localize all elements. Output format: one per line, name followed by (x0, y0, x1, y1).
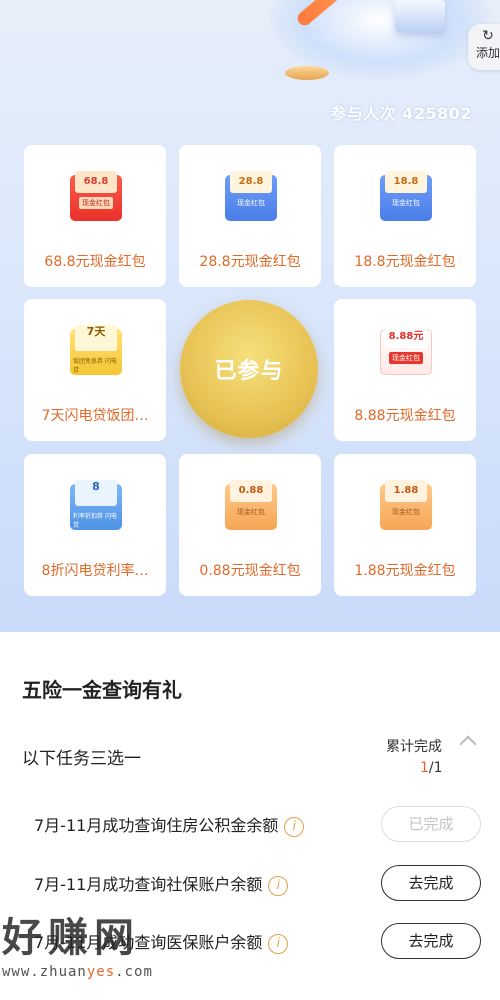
prize-amount: 1.88 (385, 480, 427, 502)
prize-label: 68.8元现金红包 (44, 254, 146, 270)
prize-amount: 18.8 (385, 171, 427, 193)
participants-label: 参与人次 (330, 104, 397, 123)
prize-amount: 28.8 (230, 171, 272, 193)
prize-amount: 0.88 (230, 480, 272, 502)
prize-card[interactable]: 8 利率折扣券 闪电贷 8折闪电贷利率… (24, 454, 166, 596)
task-label: 7月-11月成功查询社保账户余额 (34, 875, 263, 894)
task-text: 7月-11月成功查询社保账户余额 i (34, 871, 289, 896)
prize-sub: 现金红包 (389, 352, 423, 364)
progress-total: /1 (428, 760, 443, 776)
prize-label: 8.88元现金红包 (354, 408, 456, 424)
prize-label: 0.88元现金红包 (199, 563, 301, 579)
prize-label: 8折闪电贷利率… (41, 563, 149, 579)
task-label: 7月-11月成功查询住房公积金余额 (34, 816, 279, 835)
prize-card[interactable]: 7天 饭团免息券 闪电贷 7天闪电贷饭团… (24, 299, 166, 441)
joined-button[interactable]: 已参与 (180, 300, 318, 438)
go-complete-button[interactable]: 去完成 (381, 865, 481, 901)
task-text: 7月-11月成功查询住房公积金余额 i (34, 812, 305, 837)
task-label: 7月-11月成功查询医保账户余额 (34, 933, 263, 952)
chevron-up-icon[interactable] (459, 735, 477, 753)
info-icon[interactable]: i (268, 933, 289, 954)
prize-card[interactable]: 1.88 现金红包 1.88元现金红包 (334, 454, 476, 596)
prize-card[interactable]: 68.8 现金红包 68.8元现金红包 (24, 145, 166, 287)
red-envelope-icon: 18.8 现金红包 (380, 171, 432, 221)
task-row: 7月-11月成功查询社保账户余额 i 去完成 (34, 865, 484, 901)
red-envelope-icon: 8.88元 现金红包 (380, 326, 432, 375)
task-text: 7月-11月成功查询医保账户余额 i (34, 929, 289, 954)
task-sheet: 五险一金查询有礼 以下任务三选一 累计完成 1/1 7月-11月成功查询住房公积… (0, 632, 500, 1000)
add-label: 添加 (475, 46, 500, 60)
progress-done: 1 (420, 760, 429, 776)
prize-card[interactable]: 28.8 现金红包 28.8元现金红包 (179, 145, 321, 287)
prize-amount: 7天 (75, 325, 117, 351)
coins-illustration (285, 66, 329, 80)
task-row: 7月-11月成功查询医保账户余额 i 去完成 (34, 923, 484, 959)
info-icon[interactable]: i (268, 875, 289, 896)
red-envelope-icon: 1.88 现金红包 (380, 480, 432, 530)
lottery-hero: ↻ 添加 参与人次 425802 68.8 现金红包 68.8元现金红包 28.8… (0, 0, 500, 632)
progress-label: 累计完成 (386, 739, 442, 755)
prize-sub: 利率折扣券 闪电贷 (73, 513, 117, 529)
prize-label: 18.8元现金红包 (354, 254, 456, 270)
participants-counter: 参与人次 425802 (330, 100, 472, 124)
prize-card[interactable]: 0.88 现金红包 0.88元现金红包 (179, 454, 321, 596)
progress-summary[interactable]: 累计完成 1/1 (386, 735, 486, 776)
refresh-icon: ↻ (482, 28, 494, 44)
prize-card[interactable]: 8.88元 现金红包 8.88元现金红包 (334, 299, 476, 441)
prize-sub: 现金红包 (392, 508, 420, 516)
bank-building-illustration (395, 0, 445, 32)
info-icon[interactable]: i (284, 816, 305, 837)
red-envelope-icon: 0.88 现金红包 (225, 480, 277, 530)
go-complete-button[interactable]: 去完成 (381, 923, 481, 959)
prize-amount: 8 (75, 480, 117, 506)
prize-amount: 68.8 (75, 171, 117, 193)
prize-sub: 现金红包 (237, 199, 265, 207)
completed-button[interactable]: 已完成 (381, 806, 481, 842)
section-title: 五险一金查询有礼 (22, 678, 182, 702)
coupon-envelope-icon: 7天 饭团免息券 闪电贷 (70, 325, 122, 375)
task-hint: 以下任务三选一 (22, 749, 141, 769)
participants-count: 425802 (402, 104, 472, 123)
progress-count: 1/1 (420, 760, 486, 776)
red-envelope-icon: 68.8 现金红包 (70, 171, 122, 221)
prize-label: 1.88元现金红包 (354, 563, 456, 579)
task-row: 7月-11月成功查询住房公积金余额 i 已完成 (34, 806, 484, 842)
prize-sub: 现金红包 (79, 197, 113, 209)
prize-label: 7天闪电贷饭团… (41, 408, 149, 424)
prize-sub: 现金红包 (237, 508, 265, 516)
add-to-home-button[interactable]: ↻ 添加 (468, 24, 500, 70)
prize-sub: 现金红包 (392, 199, 420, 207)
prize-card[interactable]: 18.8 现金红包 18.8元现金红包 (334, 145, 476, 287)
coupon-envelope-icon: 8 利率折扣券 闪电贷 (70, 480, 122, 530)
prize-amount: 8.88元 (385, 326, 427, 348)
prize-label: 28.8元现金红包 (199, 254, 301, 270)
red-envelope-icon: 28.8 现金红包 (225, 171, 277, 221)
prize-sub: 饭团免息券 闪电贷 (73, 358, 117, 374)
